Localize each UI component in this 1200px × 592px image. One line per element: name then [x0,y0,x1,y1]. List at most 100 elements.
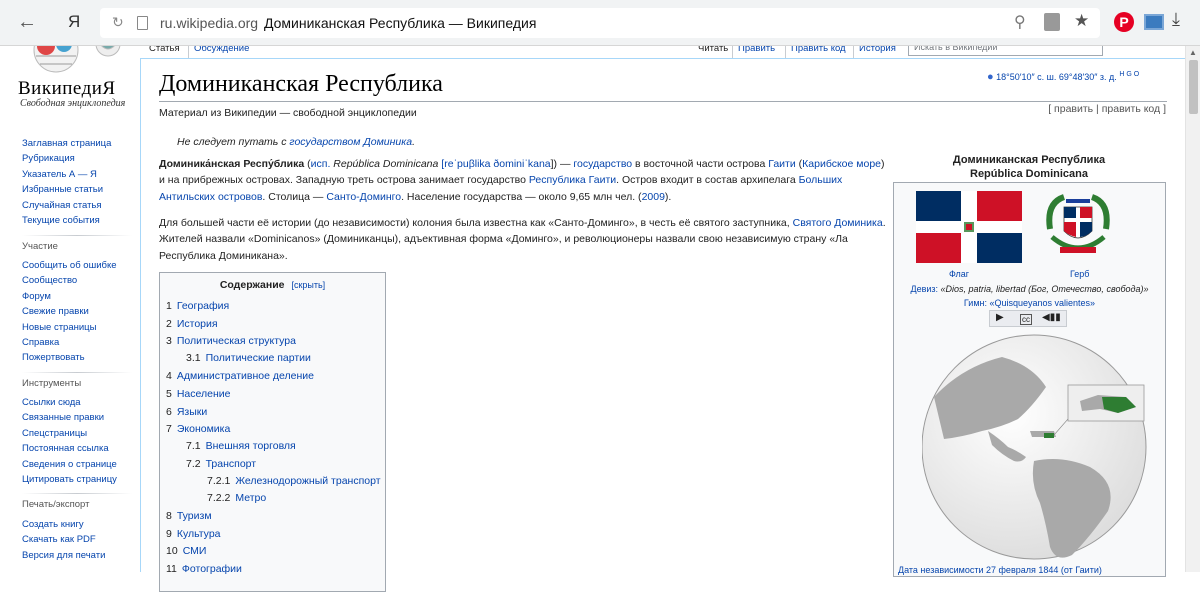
sidebar-item-help[interactable]: Справка [22,335,117,350]
download-icon[interactable]: ⤓ [1172,9,1180,30]
coordinates-value[interactable]: 18°50′10″ с. ш. 69°48′30″ з. д. [996,72,1117,82]
sidebar-item-cite[interactable]: Цитировать страницу [22,472,117,487]
toc-item[interactable]: 6 Языки [166,406,207,418]
toc-item[interactable]: 4 Административное деление [166,370,314,382]
sidebar-item-donate[interactable]: Пожертвовать [22,350,117,365]
hatnote-text: Не следует путать с [177,136,290,148]
tab-read[interactable]: Читать [693,46,733,58]
sidebar-participation-nav: Сообщить об ошибке Сообщество Форум Свеж… [22,258,117,366]
sidebar-item-page-info[interactable]: Сведения о странице [22,457,117,472]
toc-item[interactable]: 1 География [166,300,229,312]
toc-item[interactable]: 5 Население [166,388,230,400]
text: . Остров входит в состав архипелага [616,174,799,187]
wiki-search-input[interactable]: Искать в Википедии [908,46,1103,56]
tab-edit-code[interactable]: Править код [785,46,851,58]
ipa-transcription[interactable]: reˈpuβlika ðominiˈkana [444,158,550,170]
tab-discussion[interactable]: Обсуждение [188,46,254,58]
text: в восточной части острова [632,158,769,170]
address-bar[interactable]: ↻ ru.wikipedia.org Доминиканская Республ… [100,8,1100,38]
page-scrollbar[interactable]: ▲ [1185,46,1200,572]
link-2009[interactable]: 2009 [642,191,665,203]
anthem-label[interactable]: Гимн: [964,298,990,308]
sidebar-divider [22,372,132,373]
back-arrow-icon[interactable]: ← [17,11,37,34]
sidebar-item-forum[interactable]: Форум [22,289,117,304]
wikipedia-wordmark[interactable]: ВикипедиЯ [18,78,116,100]
dominican-flag-image[interactable] [916,191,1022,263]
sidebar-item-print-version[interactable]: Версия для печати [22,548,105,563]
sidebar-tools-nav: Ссылки сюда Связанные правки Спецстраниц… [22,395,117,487]
hatnote-link[interactable]: государством Доминика [289,136,412,148]
toc-item[interactable]: 7.1 Внешняя торговля [186,440,296,452]
link-haiti-island[interactable]: Гаити [768,158,795,170]
toc-item[interactable]: 7.2.1 Железнодорожный транспорт [207,475,381,487]
yandex-button[interactable]: Я [68,12,80,32]
reload-icon[interactable]: ↻ [112,14,124,31]
browser-toolbar: ← Я ↻ ru.wikipedia.org Доминиканская Рес… [0,0,1200,46]
tab-article[interactable]: Статья [144,46,185,58]
sidebar-item-featured[interactable]: Избранные статьи [22,182,111,197]
lock-icon[interactable] [1044,13,1060,31]
toc-hide-toggle[interactable]: [скрыть] [291,280,325,290]
toc-item[interactable]: 10 СМИ [166,545,206,557]
link-santo-domingo[interactable]: Санто-Доминго [326,191,401,203]
sidebar-heading-participation: Участие [22,241,58,252]
play-icon[interactable]: ▶ [996,312,1004,323]
link-republic-haiti[interactable]: Республика Гаити [529,174,616,186]
flag-link[interactable]: Флаг [949,269,969,279]
sidebar-item-recent-changes[interactable]: Свежие правки [22,304,117,319]
coordinates[interactable]: ● 18°50′10″ с. ш. 69°48′30″ з. д. H G O [987,71,1139,83]
toc-item[interactable]: 8 Туризм [166,510,212,522]
toc-item[interactable]: 7 Экономика [166,423,230,435]
sidebar-item-download-pdf[interactable]: Скачать как PDF [22,532,105,547]
toc-item[interactable]: 3 Политическая структура [166,335,296,347]
sidebar-item-index[interactable]: Указатель А — Я [22,167,111,182]
anthem-link[interactable]: «Quisqueyanos valientes» [989,298,1095,308]
sidebar-item-main-page[interactable]: Заглавная страница [22,136,111,151]
toc-item[interactable]: 3.1 Политические партии [186,352,311,364]
sidebar-item-create-book[interactable]: Создать книгу [22,517,105,532]
pinterest-icon[interactable]: P [1114,12,1134,32]
link-state[interactable]: государство [573,158,632,170]
scroll-up-arrow-icon[interactable]: ▲ [1189,48,1197,57]
sidebar-item-permanent-link[interactable]: Постоянная ссылка [22,441,117,456]
scroll-thumb[interactable] [1189,60,1198,114]
section-edit-links[interactable]: [ править | править код ] [1048,103,1166,115]
search-icon[interactable]: ⚲ [1014,12,1026,32]
sidebar-item-what-links-here[interactable]: Ссылки сюда [22,395,117,410]
sidebar-item-special-pages[interactable]: Спецстраницы [22,426,117,441]
toc-item[interactable]: 7.2 Транспорт [186,458,256,470]
sidebar-item-report-error[interactable]: Сообщить об ошибке [22,258,117,273]
wikipedia-globe-logo[interactable] [26,46,122,74]
sidebar-item-related-changes[interactable]: Связанные правки [22,410,117,425]
page-info-icon[interactable] [137,16,148,30]
volume-icon[interactable]: ◀▮▮ [1042,312,1061,323]
coat-of-arms-image[interactable] [1044,189,1112,265]
toc-item[interactable]: 2 История [166,318,218,330]
page-tabs: Статья Обсуждение Читать Править Править… [140,46,1185,58]
link-caribbean-sea[interactable]: Карибское море [802,158,881,170]
screenshot-extension-icon[interactable] [1144,14,1164,30]
sidebar-main-nav: Заглавная страница Рубрикация Указатель … [22,136,111,228]
sidebar-item-new-pages[interactable]: Новые страницы [22,320,117,335]
infobox-title-ru: Доминиканская Республика [952,154,1106,166]
tab-edit[interactable]: Править [732,46,780,58]
link-saint-dominic[interactable]: Святого Доминика [793,217,883,229]
sidebar-item-current-events[interactable]: Текущие события [22,213,111,228]
sidebar-item-random[interactable]: Случайная статья [22,198,111,213]
tab-history[interactable]: История [853,46,901,58]
hatnote-text: . [412,136,415,148]
coat-of-arms-link[interactable]: Герб [1070,269,1089,279]
coordinates-links[interactable]: H G O [1119,71,1139,78]
sidebar-item-categories[interactable]: Рубрикация [22,151,111,166]
location-globe-map[interactable] [922,327,1148,563]
link-spanish[interactable]: исп. [311,158,331,170]
motto-label[interactable]: Девиз: [910,284,940,294]
bookmark-star-icon[interactable]: ★ [1074,11,1089,31]
sidebar-item-community[interactable]: Сообщество [22,273,117,288]
toc-item[interactable]: 7.2.2 Метро [207,492,266,504]
toc-item[interactable]: 11 Фотографии [166,563,242,575]
toc-item[interactable]: 9 Культура [166,528,221,540]
hatnote: Не следует путать с государством Доминик… [177,136,415,148]
captions-icon[interactable]: cc [1020,314,1032,325]
